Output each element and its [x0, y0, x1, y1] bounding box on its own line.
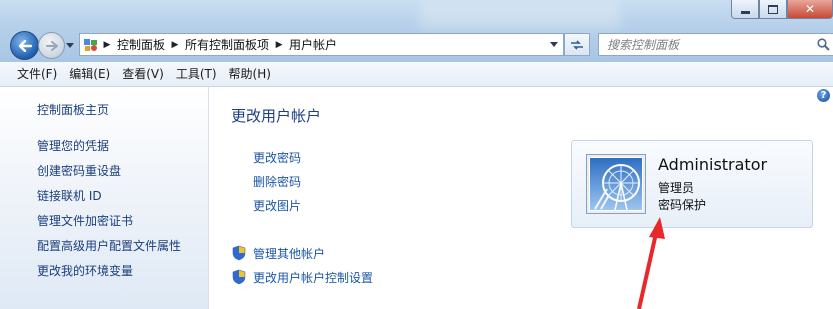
manage-other-accounts-label: 管理其他帐户 — [253, 247, 326, 261]
user-password-status: 密码保护 — [658, 198, 707, 212]
recent-pages-button[interactable] — [65, 40, 75, 50]
breadcrumb-separator-icon[interactable]: ▶ — [272, 40, 286, 50]
forward-button[interactable] — [38, 32, 65, 59]
close-icon: ✕ — [804, 2, 816, 16]
help-icon: ? — [820, 90, 827, 101]
search-icon — [816, 38, 830, 51]
minimize-button[interactable] — [731, 0, 759, 19]
refresh-icon — [571, 39, 583, 50]
uac-shield-icon — [232, 245, 246, 261]
menu-edit[interactable]: 编辑(E) — [63, 62, 116, 86]
user-account-card: Administrator 管理员 密码保护 — [571, 140, 813, 228]
control-panel-home-link[interactable]: 控制面板主页 — [37, 101, 109, 118]
task-create-reset-disk[interactable]: 创建密码重设盘 — [37, 162, 181, 187]
arrow-left-icon — [18, 39, 32, 52]
back-button[interactable] — [10, 31, 39, 60]
remove-password-link[interactable]: 删除密码 — [253, 173, 301, 197]
task-manage-certificates[interactable]: 管理文件加密证书 — [37, 212, 181, 237]
main-content: ? 更改用户帐户 更改密码 删除密码 更改图片 管理其他帐户 更改用户帐户控制设… — [209, 87, 833, 309]
search-box[interactable] — [598, 33, 833, 56]
menu-bar: 文件(F) 编辑(E) 查看(V) 工具(T) 帮助(H) — [0, 62, 833, 87]
task-pane: 控制面板主页 管理您的凭据 创建密码重设盘 链接联机 ID 管理文件加密证书 配… — [0, 87, 209, 309]
control-panel-icon — [82, 37, 100, 53]
maximize-button[interactable] — [759, 0, 787, 19]
user-role: 管理员 — [658, 181, 695, 195]
menu-help[interactable]: 帮助(H) — [223, 62, 277, 86]
ferris-wheel-icon — [590, 158, 642, 211]
arrow-right-icon — [45, 40, 58, 51]
chevron-down-icon — [550, 42, 558, 47]
breadcrumb-user-accounts[interactable]: 用户帐户 — [286, 36, 340, 53]
frame-glow — [420, 0, 620, 30]
task-advanced-profile[interactable]: 配置高级用户配置文件属性 — [37, 237, 181, 262]
window-controls: ✕ — [731, 0, 833, 19]
avatar[interactable] — [586, 154, 646, 214]
change-picture-link[interactable]: 更改图片 — [253, 197, 301, 221]
menu-view[interactable]: 查看(V) — [116, 62, 170, 86]
maximize-icon — [768, 4, 778, 14]
address-dropdown-button[interactable] — [545, 35, 563, 54]
search-input[interactable] — [605, 36, 809, 53]
uac-shield-icon — [232, 269, 246, 285]
page-title: 更改用户帐户 — [231, 107, 322, 125]
close-button[interactable]: ✕ — [787, 0, 833, 19]
task-environment-variables[interactable]: 更改我的环境变量 — [37, 262, 181, 287]
task-list: 管理您的凭据 创建密码重设盘 链接联机 ID 管理文件加密证书 配置高级用户配置… — [37, 137, 181, 287]
window-frame: ✕ ▶ 控制面板 ▶ 所有控制面板项 ▶ 用户帐户 — [0, 0, 833, 62]
breadcrumb-separator-icon[interactable]: ▶ — [100, 40, 114, 50]
manage-other-accounts-link[interactable]: 管理其他帐户 — [231, 245, 373, 269]
task-link-online-id[interactable]: 链接联机 ID — [37, 187, 181, 212]
uac-settings-link[interactable]: 更改用户帐户控制设置 — [231, 269, 373, 293]
minimize-icon — [740, 10, 750, 14]
breadcrumb-separator-icon[interactable]: ▶ — [168, 40, 182, 50]
task-manage-credentials[interactable]: 管理您的凭据 — [37, 137, 181, 162]
search-button[interactable] — [813, 38, 833, 51]
menu-file[interactable]: 文件(F) — [11, 62, 63, 86]
menu-tools[interactable]: 工具(T) — [170, 62, 223, 86]
breadcrumb-all-items[interactable]: 所有控制面板项 — [182, 36, 272, 53]
breadcrumb-control-panel[interactable]: 控制面板 — [114, 36, 168, 53]
change-password-link[interactable]: 更改密码 — [253, 149, 301, 173]
admin-links: 管理其他帐户 更改用户帐户控制设置 — [231, 245, 373, 293]
help-button[interactable]: ? — [817, 89, 830, 102]
user-name: Administrator — [658, 155, 768, 174]
uac-settings-label: 更改用户帐户控制设置 — [253, 271, 374, 285]
refresh-button[interactable] — [564, 33, 590, 56]
account-action-links: 更改密码 删除密码 更改图片 — [253, 149, 301, 221]
red-arrow-annotation — [637, 217, 665, 309]
chevron-down-icon — [66, 42, 74, 48]
address-bar[interactable]: ▶ 控制面板 ▶ 所有控制面板项 ▶ 用户帐户 — [79, 33, 564, 56]
